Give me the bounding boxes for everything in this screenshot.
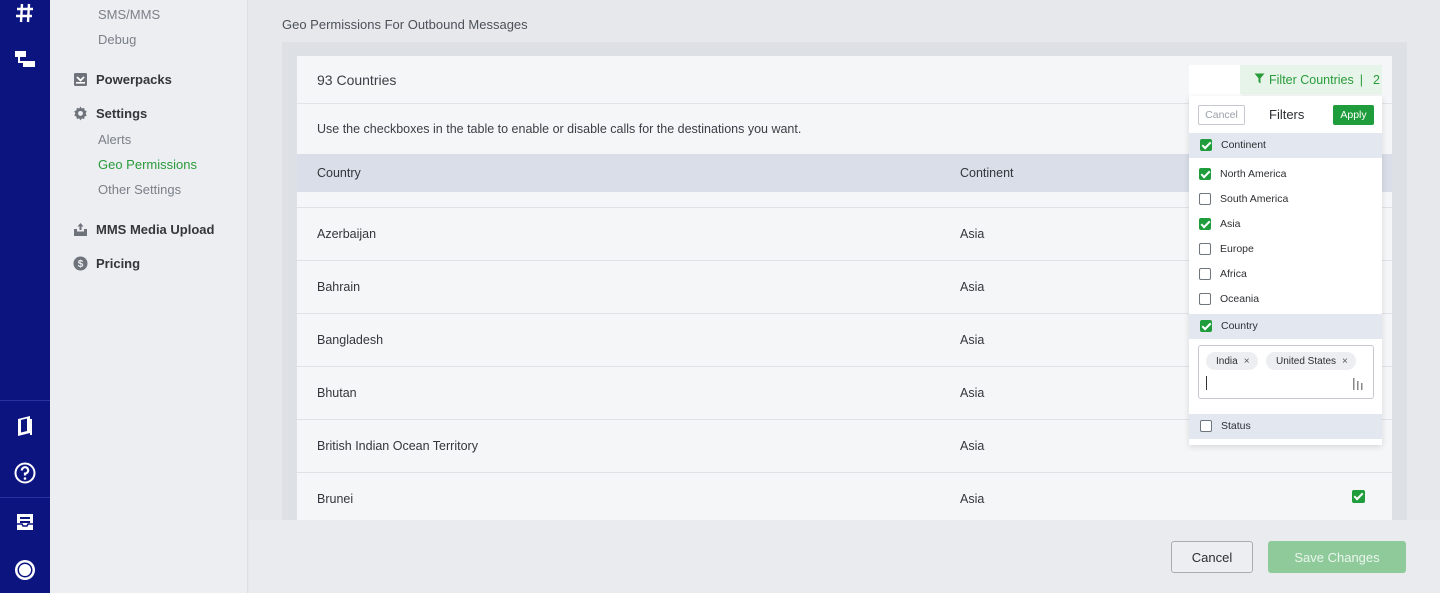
checkbox[interactable] [1199, 168, 1211, 180]
sidebar-item-sms-mms[interactable]: SMS/MMS [98, 7, 160, 22]
footer-bar: Cancel Save Changes [249, 520, 1440, 593]
upload-icon [72, 221, 88, 237]
filter-divider: | [1359, 72, 1363, 87]
continent-option[interactable]: South America [1199, 193, 1288, 205]
remove-tag-icon[interactable]: × [1342, 356, 1348, 367]
filter-count-badge: 2 [1373, 72, 1380, 87]
filter-apply-button[interactable]: Apply [1333, 105, 1374, 125]
continent-cell: Asia [960, 280, 985, 294]
country-tag-input[interactable]: India × United States × [1198, 345, 1374, 399]
hash-icon[interactable] [12, 0, 38, 26]
continent-option-label: Asia [1220, 218, 1241, 230]
country-filter-toggle[interactable]: Country [1200, 320, 1258, 332]
sidebar-label-mms-media-upload: MMS Media Upload [96, 221, 215, 237]
continent-option-label: Europe [1220, 243, 1254, 255]
continent-option-label: Oceania [1220, 293, 1260, 305]
checkbox[interactable] [1200, 320, 1212, 332]
continent-cell: Asia [960, 492, 985, 506]
continent-filter-toggle[interactable]: Continent [1200, 139, 1266, 151]
column-header-country[interactable]: Country [317, 166, 361, 180]
checkbox[interactable] [1199, 193, 1211, 205]
sidebar-label-settings: Settings [96, 105, 148, 121]
enable-checkbox[interactable] [1352, 490, 1365, 503]
continent-option[interactable]: Africa [1199, 268, 1247, 280]
country-cell: Bhutan [317, 386, 357, 400]
country-cell: Brunei [317, 492, 354, 506]
countries-count: 93 Countries [317, 72, 397, 88]
checkbox[interactable] [1200, 420, 1212, 432]
sidebar-item-mms-media-upload[interactable]: MMS Media Upload [72, 221, 214, 237]
text-caret [1206, 376, 1207, 390]
sidebar-label-powerpacks: Powerpacks [96, 71, 172, 87]
continent-option[interactable]: Oceania [1199, 293, 1259, 305]
continent-cell: Asia [960, 333, 985, 347]
continent-cell: Asia [960, 386, 985, 400]
remove-tag-icon[interactable]: × [1244, 356, 1250, 367]
sidebar-item-geo-permissions[interactable]: Geo Permissions [98, 157, 197, 172]
continent-option-label: North America [1220, 168, 1287, 180]
sidebar-item-powerpacks[interactable]: Powerpacks [72, 71, 172, 87]
country-tag-label: India [1216, 355, 1238, 367]
country-cell: Bangladesh [317, 333, 384, 347]
status-filter-label: Status [1221, 420, 1251, 432]
svg-text:$: $ [77, 259, 83, 270]
filter-panel: Cancel Filters Apply Continent North Ame… [1189, 96, 1382, 445]
continent-option-label: Africa [1220, 268, 1247, 280]
country-tag: United States × [1266, 352, 1356, 370]
country-cell: Azerbaijan [317, 227, 377, 241]
flow-icon[interactable] [12, 46, 38, 72]
continent-option[interactable]: Asia [1199, 218, 1240, 230]
country-tag: India × [1206, 352, 1258, 370]
cancel-button[interactable]: Cancel [1171, 541, 1253, 573]
table-row[interactable]: Brunei Asia [297, 473, 1392, 520]
dollar-icon: $ [72, 255, 88, 271]
continent-cell: Asia [960, 227, 985, 241]
sidebar-label-pricing: Pricing [96, 255, 141, 271]
help-icon[interactable] [12, 460, 38, 486]
country-cell: British Indian Ocean Territory [317, 439, 478, 453]
filter-dropdown-top [1189, 65, 1241, 96]
gear-icon [72, 105, 88, 121]
continent-option[interactable]: Europe [1199, 243, 1254, 255]
checkbox[interactable] [1199, 243, 1211, 255]
country-filter-label: Country [1221, 320, 1258, 332]
section-title: Geo Permissions For Outbound Messages [282, 17, 528, 32]
country-cell: Bahrain [317, 280, 361, 294]
instructions-text: Use the checkboxes in the table to enabl… [317, 122, 802, 136]
continent-cell: Asia [960, 439, 985, 453]
sidebar-item-pricing[interactable]: $ Pricing [72, 255, 140, 271]
checkbox[interactable] [1199, 268, 1211, 280]
sidebar-item-other-settings[interactable]: Other Settings [98, 182, 181, 197]
country-tag-label: United States [1276, 355, 1337, 367]
sidebar: SMS/MMS Debug Powerpacks Settings Alerts… [50, 0, 248, 593]
sidebar-item-settings[interactable]: Settings [72, 105, 147, 121]
column-header-continent[interactable]: Continent [960, 166, 1014, 180]
checkbox[interactable] [1199, 293, 1211, 305]
save-changes-button[interactable]: Save Changes [1268, 541, 1406, 573]
inbox-icon[interactable] [12, 509, 38, 535]
filter-title: Filters [1269, 107, 1305, 122]
filter-cancel-button[interactable]: Cancel [1198, 105, 1245, 125]
sidebar-item-alerts[interactable]: Alerts [98, 132, 131, 147]
dropdown-toggle-icon[interactable] [1353, 377, 1363, 390]
app-rail [0, 0, 50, 593]
funnel-icon [1254, 73, 1265, 87]
checkbox[interactable] [1200, 139, 1212, 151]
status-filter-toggle[interactable]: Status [1200, 420, 1251, 432]
continent-filter-label: Continent [1221, 139, 1266, 151]
docs-icon[interactable] [12, 413, 38, 439]
sidebar-item-debug[interactable]: Debug [98, 32, 136, 47]
filter-countries-button[interactable]: Filter Countries | 2 [1240, 65, 1382, 94]
filter-countries-label: Filter Countries [1269, 72, 1354, 87]
powerpacks-icon [72, 71, 88, 87]
continent-option-label: South America [1220, 193, 1289, 205]
account-icon[interactable] [12, 557, 38, 583]
checkbox[interactable] [1199, 218, 1211, 230]
continent-option[interactable]: North America [1199, 168, 1287, 180]
